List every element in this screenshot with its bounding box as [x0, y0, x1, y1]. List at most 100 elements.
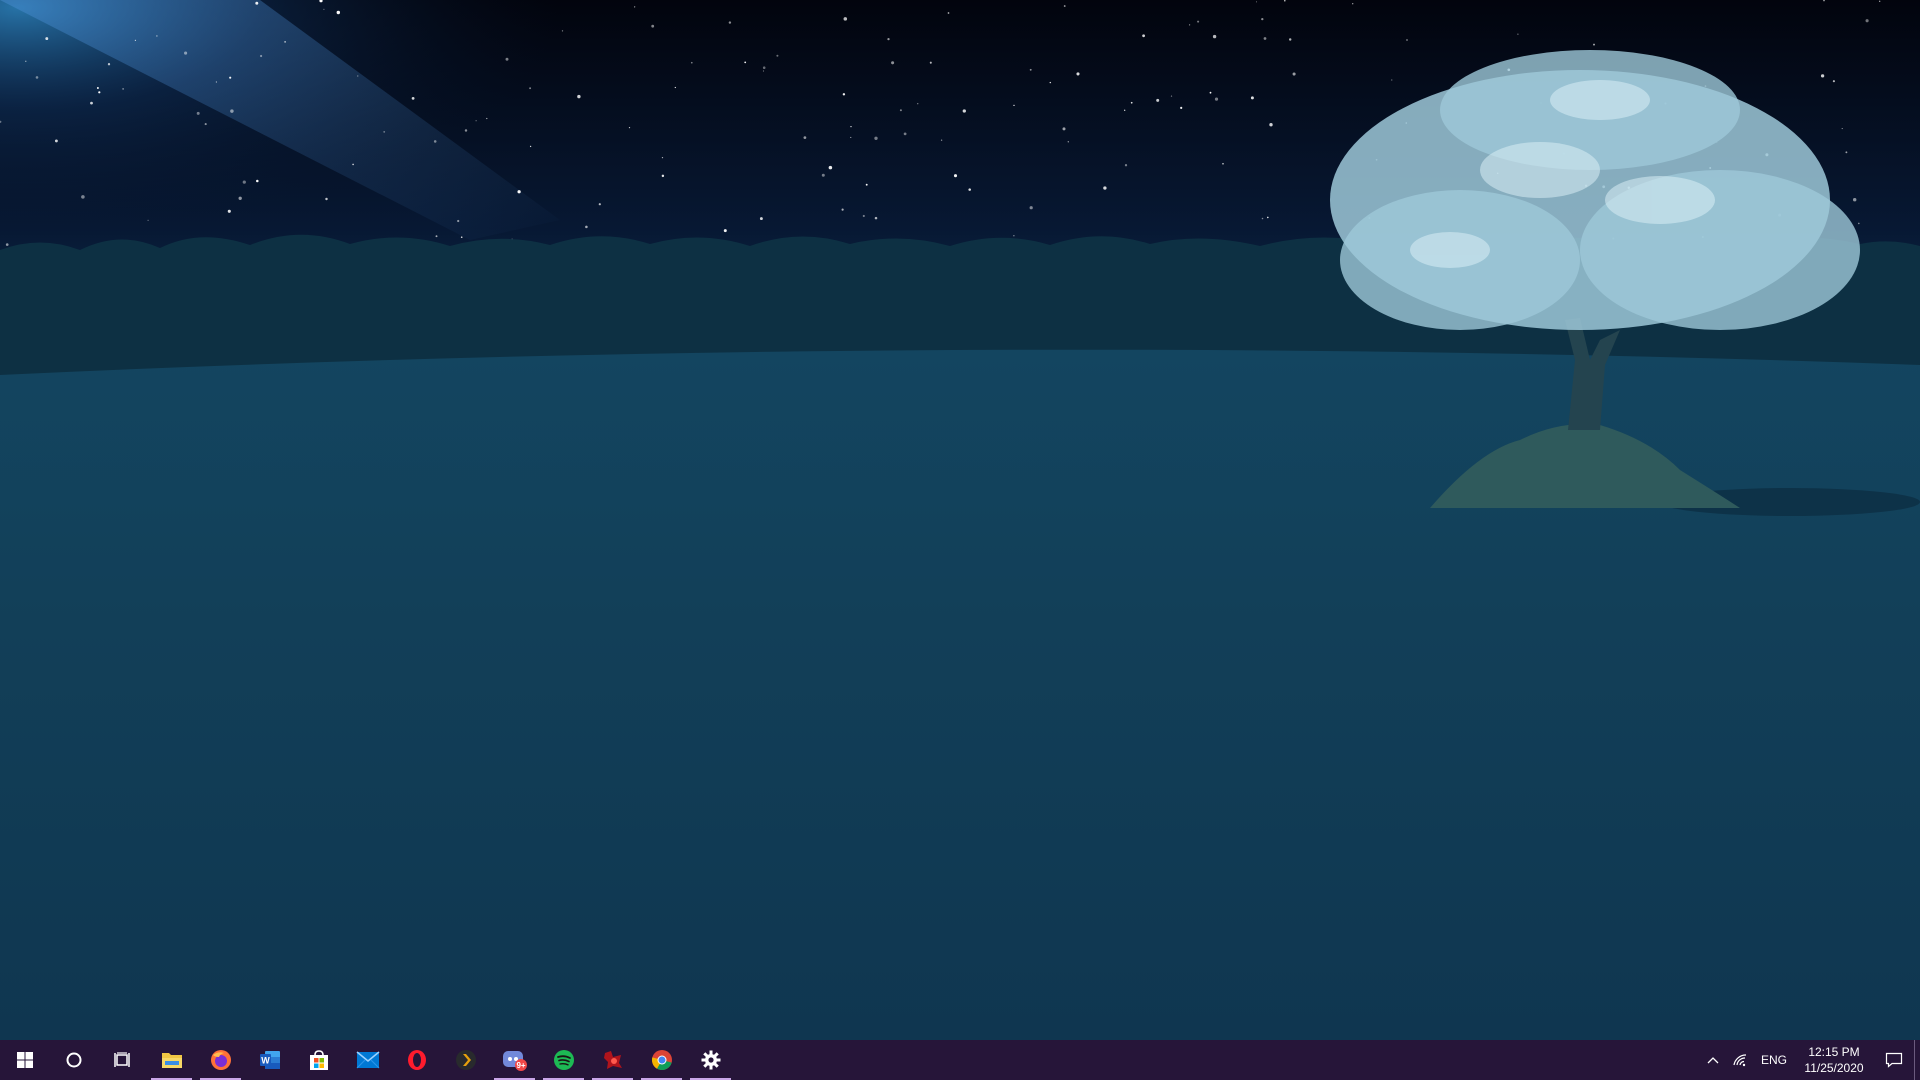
- star: [1845, 151, 1848, 154]
- taskbar-app-word[interactable]: W: [245, 1040, 294, 1080]
- star: [1013, 104, 1015, 107]
- taskbar-app-opera[interactable]: [392, 1040, 441, 1080]
- taskbar-app-firefox[interactable]: [196, 1040, 245, 1080]
- star: [1222, 162, 1224, 165]
- star: [1352, 3, 1354, 5]
- star: [865, 183, 868, 186]
- task-view-button[interactable]: [98, 1040, 147, 1080]
- star: [762, 70, 764, 72]
- folder-icon: [161, 1053, 182, 1068]
- taskbar-app-settings[interactable]: [686, 1040, 735, 1080]
- star: [229, 76, 232, 79]
- star: [1292, 72, 1296, 76]
- clock-button[interactable]: 12:15 PM 11/25/2020: [1794, 1040, 1874, 1080]
- star: [891, 61, 895, 65]
- gear-icon: [701, 1050, 720, 1070]
- taskbar-app-mail[interactable]: [343, 1040, 392, 1080]
- star: [776, 54, 779, 57]
- star: [460, 236, 463, 239]
- star: [54, 139, 58, 143]
- star: [903, 132, 907, 136]
- word-icon: W: [259, 1051, 280, 1069]
- star: [45, 37, 49, 41]
- discord-icon: 9+: [502, 1051, 527, 1071]
- star: [156, 35, 158, 37]
- star: [887, 37, 890, 41]
- star: [134, 39, 137, 42]
- taskbar-app-spotify[interactable]: [539, 1040, 588, 1080]
- star: [90, 101, 93, 105]
- star: [517, 190, 521, 194]
- red-app-icon: [603, 1051, 622, 1069]
- action-center-button[interactable]: [1874, 1040, 1914, 1080]
- star: [25, 60, 27, 62]
- store-bag-icon: [309, 1050, 328, 1070]
- star: [821, 173, 825, 177]
- star: [1188, 24, 1191, 26]
- task-view-icon: [113, 1052, 130, 1067]
- star: [929, 61, 932, 64]
- search-button[interactable]: [49, 1040, 98, 1080]
- taskbar-app-store[interactable]: [294, 1040, 343, 1080]
- star: [940, 139, 943, 141]
- network-button[interactable]: [1726, 1040, 1754, 1080]
- star: [325, 197, 328, 201]
- star: [841, 208, 844, 211]
- star: [383, 130, 386, 133]
- star: [899, 109, 902, 112]
- star: [634, 6, 636, 8]
- star: [744, 61, 747, 64]
- star: [1170, 95, 1173, 97]
- star: [628, 127, 631, 129]
- star: [1013, 235, 1015, 237]
- start-button[interactable]: [0, 1040, 49, 1080]
- star: [122, 88, 124, 90]
- star: [561, 30, 564, 32]
- star: [464, 129, 468, 132]
- star: [1212, 34, 1217, 39]
- star: [260, 54, 263, 58]
- star: [1852, 197, 1857, 202]
- mail-envelope-icon: [355, 1051, 380, 1069]
- taskbar-app-chrome[interactable]: [637, 1040, 686, 1080]
- star: [5, 243, 9, 246]
- desktop[interactable]: [0, 0, 1920, 1040]
- taskbar-app-discord[interactable]: 9+: [490, 1040, 539, 1080]
- star: [862, 214, 865, 218]
- star: [1124, 109, 1126, 111]
- star: [284, 41, 286, 43]
- star: [1250, 96, 1254, 100]
- star: [1269, 123, 1273, 127]
- star: [204, 123, 207, 126]
- star: [585, 225, 588, 229]
- star: [953, 174, 958, 178]
- star: [1067, 141, 1069, 143]
- star: [1130, 101, 1133, 104]
- star: [1879, 0, 1881, 2]
- discord-badge: 9+: [516, 1061, 525, 1070]
- svg-text:W: W: [261, 1056, 270, 1066]
- action-center-icon: [1885, 1052, 1903, 1068]
- input-language-button[interactable]: ENG: [1754, 1040, 1794, 1080]
- star: [1076, 72, 1080, 76]
- star: [1284, 0, 1286, 2]
- star: [1142, 34, 1145, 38]
- show-desktop-button[interactable]: [1914, 1040, 1920, 1080]
- taskbar-app-file-explorer[interactable]: [147, 1040, 196, 1080]
- star: [1214, 97, 1219, 101]
- star: [1103, 186, 1107, 190]
- star: [352, 163, 354, 166]
- star: [1261, 17, 1264, 21]
- show-hidden-icons-button[interactable]: [1700, 1040, 1726, 1080]
- taskbar-app-game-launcher[interactable]: [588, 1040, 637, 1080]
- star: [227, 209, 231, 213]
- taskbar-app-plex[interactable]: [441, 1040, 490, 1080]
- star: [874, 136, 878, 140]
- wifi-icon: [1733, 1054, 1747, 1067]
- star: [803, 136, 807, 139]
- star: [1841, 128, 1843, 130]
- star: [1209, 91, 1212, 94]
- system-tray: ENG 12:15 PM 11/25/2020: [1700, 1040, 1920, 1080]
- star: [1517, 33, 1519, 35]
- star: [874, 216, 878, 220]
